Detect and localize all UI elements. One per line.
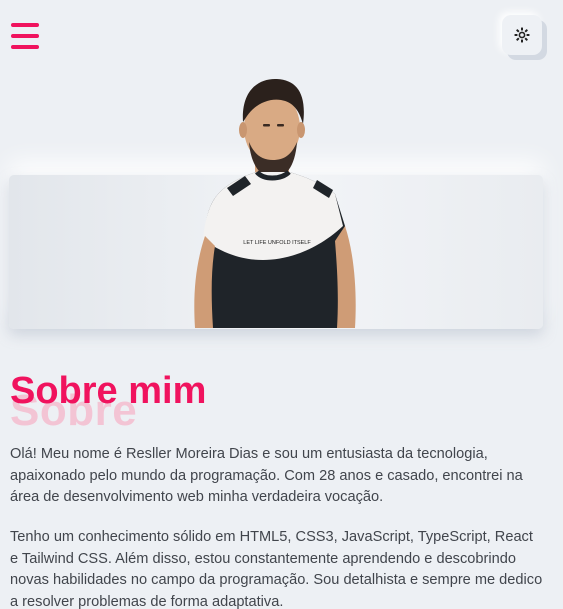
sun-icon xyxy=(514,27,530,43)
about-paragraph-2: Tenho um conhecimento sólido em HTML5, C… xyxy=(10,529,543,609)
about-paragraph-1: Olá! Meu nome é Resller Moreira Dias e s… xyxy=(10,446,523,505)
theme-toggle-button[interactable] xyxy=(502,15,542,55)
about-page: LET LIFE UNFOLD ITSELF Sobre Sobre mim O… xyxy=(0,0,563,609)
shirt-text: LET LIFE UNFOLD ITSELF xyxy=(243,240,311,246)
page-title: Sobre mim xyxy=(10,370,207,412)
hamburger-menu-icon[interactable] xyxy=(11,23,39,49)
about-heading: Sobre Sobre mim xyxy=(10,366,550,436)
profile-photo: LET LIFE UNFOLD ITSELF xyxy=(194,78,356,328)
